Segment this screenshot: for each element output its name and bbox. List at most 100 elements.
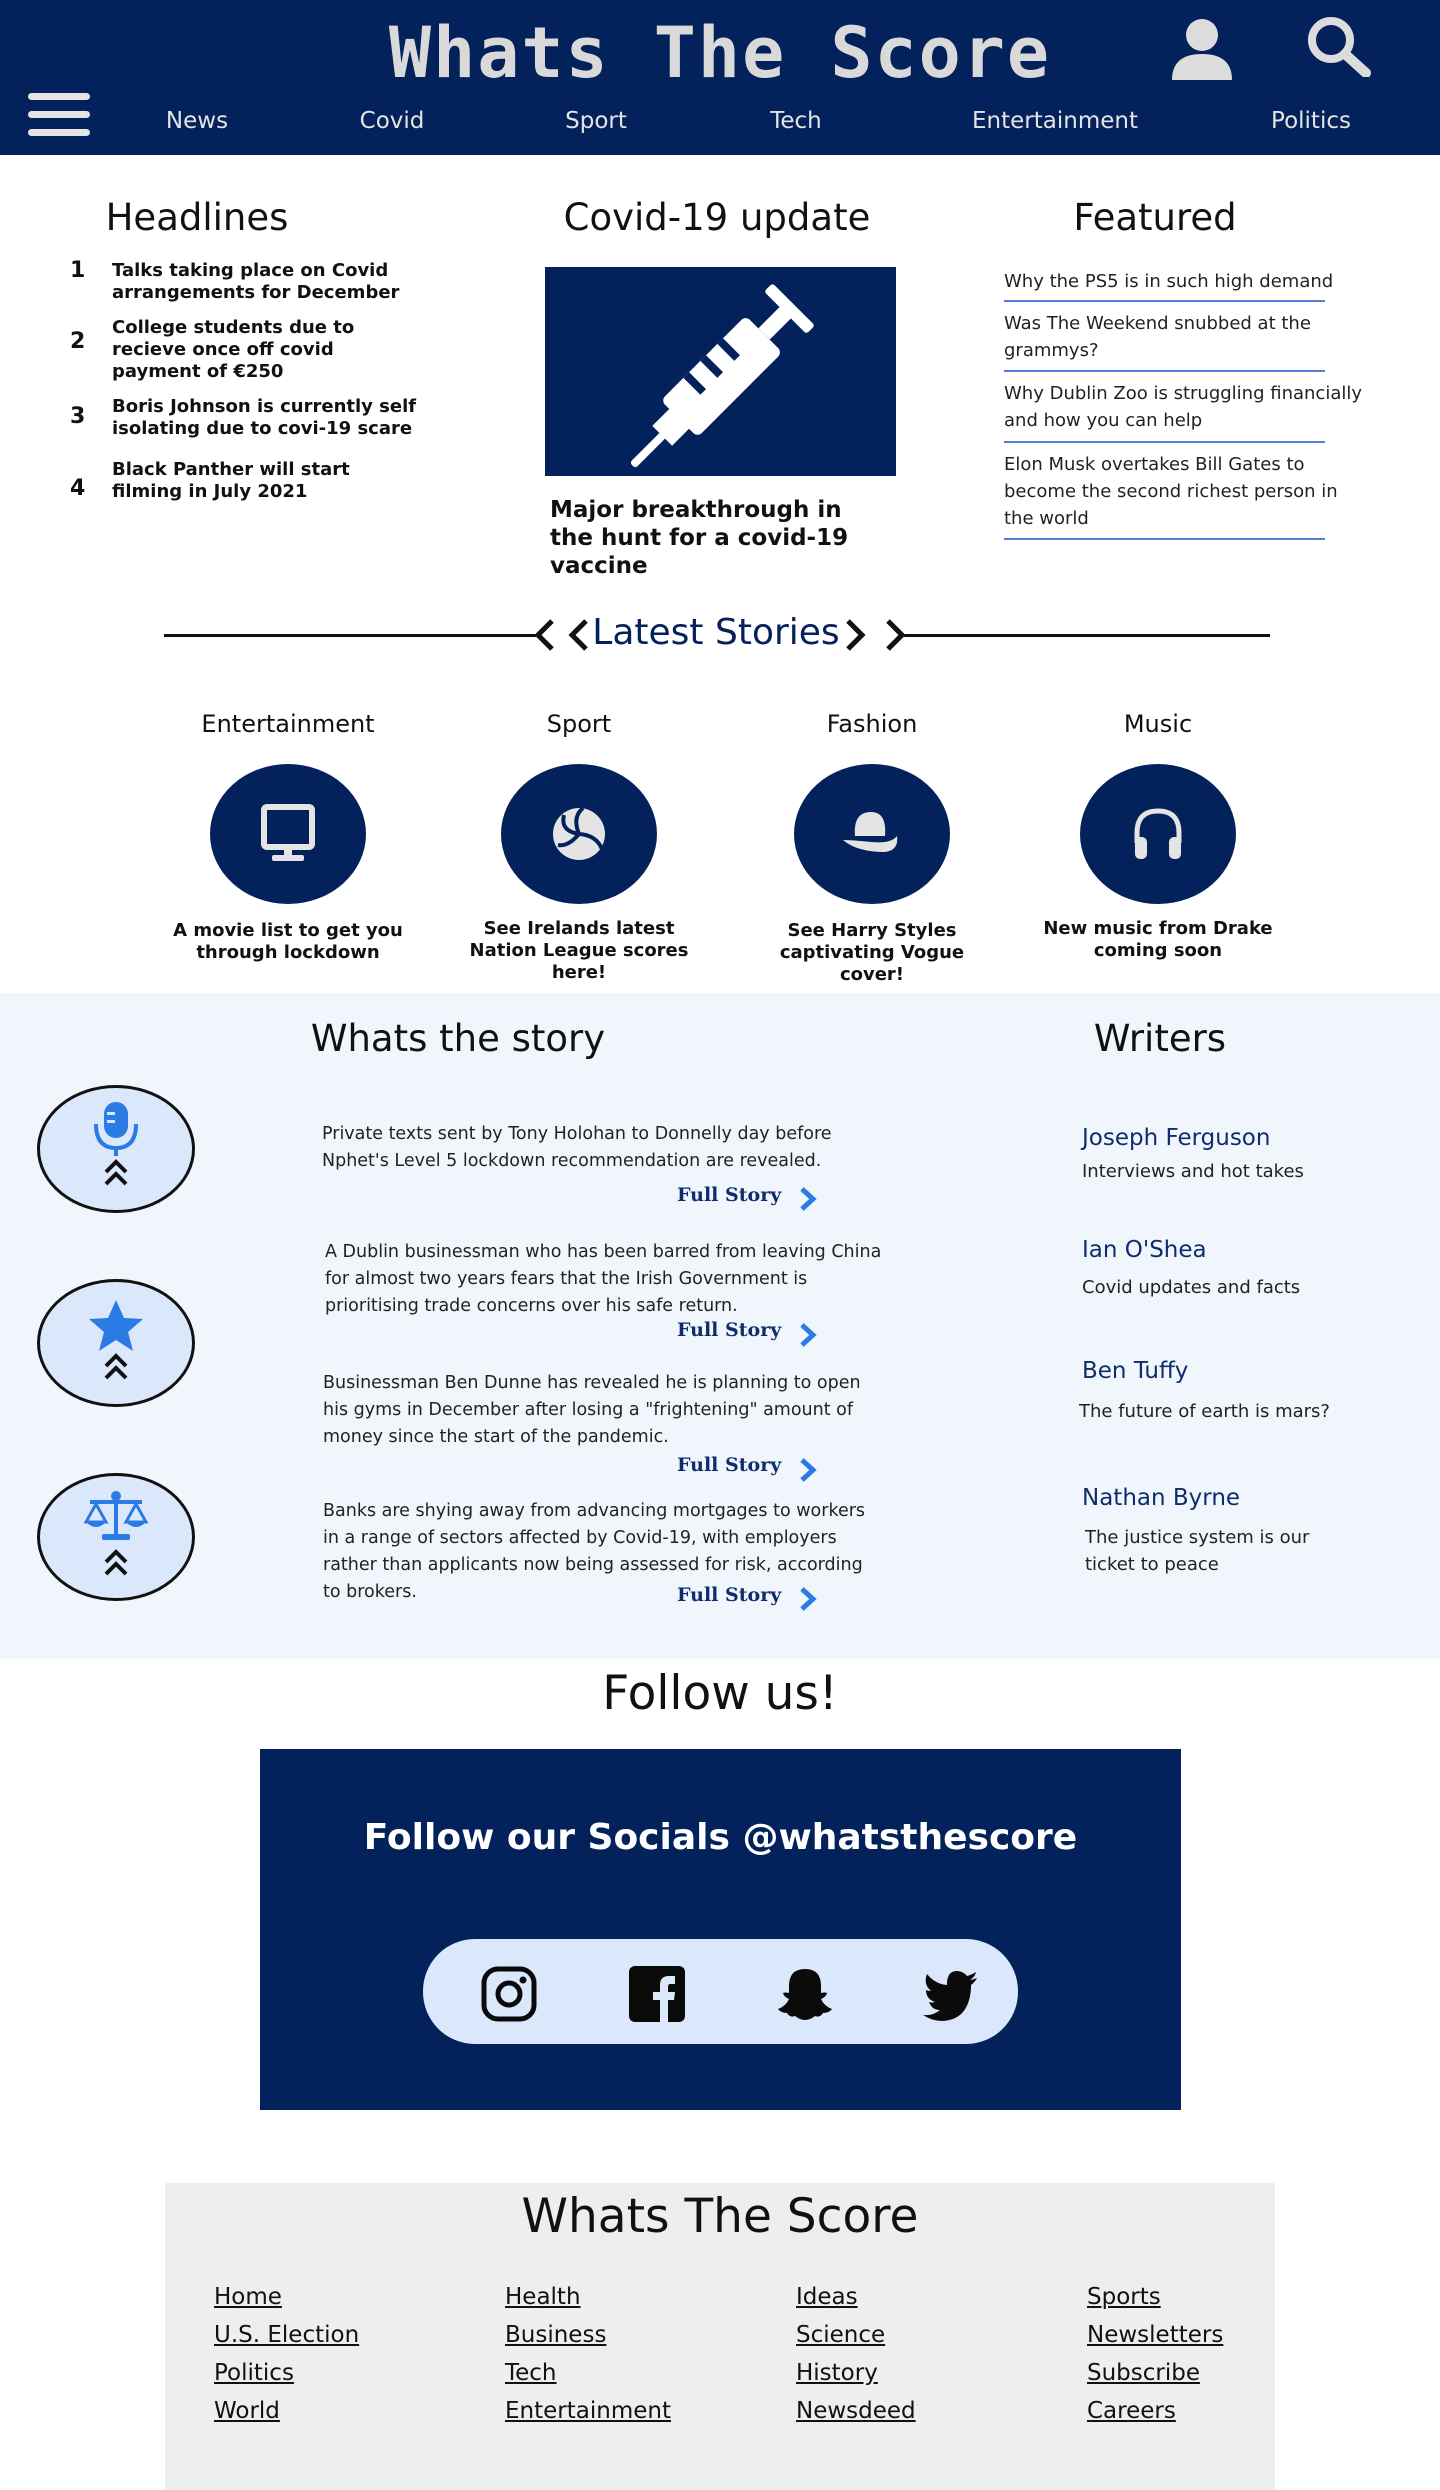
writer-name[interactable]: Ben Tuffy [1082,1358,1188,1384]
chevron-right-icon[interactable] [798,1586,818,1612]
category-title: Sport [546,710,612,738]
scales-icon [84,1491,148,1576]
story-badge[interactable] [37,1279,195,1407]
nav-covid[interactable]: Covid [360,108,425,134]
featured-title: Featured [1073,196,1237,239]
footer-link-science[interactable]: Science [796,2322,885,2348]
writer-name[interactable]: Joseph Ferguson [1082,1125,1270,1151]
footer-link-subscribe[interactable]: Subscribe [1087,2360,1200,2386]
category-fashion-button[interactable] [794,764,950,904]
writer-description: The justice system is our ticket to peac… [1085,1527,1310,1575]
story-badge[interactable] [37,1085,195,1213]
social-bar [423,1939,1018,2044]
featured-divider [1004,300,1325,302]
featured-divider [1004,538,1325,540]
chevron-left-icon[interactable] [564,617,592,653]
facebook-icon[interactable] [629,1966,685,2022]
footer-link-newsletters[interactable]: Newsletters [1087,2322,1223,2348]
user-icon[interactable] [1168,18,1236,80]
footer-link-history[interactable]: History [796,2360,878,2386]
headline-item[interactable]: College students due to recieve once off… [112,317,422,383]
footer-link-tech[interactable]: Tech [505,2360,557,2386]
star-icon [89,1300,143,1380]
category-caption[interactable]: New music from Drake coming soon [1033,918,1283,962]
featured-divider [1004,370,1325,372]
follow-text: Follow our Socials @whatsthescore [363,1817,1078,1858]
footer-link-newsdeed[interactable]: Newsdeed [796,2398,916,2424]
footer-link-ideas[interactable]: Ideas [796,2284,858,2310]
chevron-right-icon[interactable] [798,1186,818,1212]
footer-link-world[interactable]: World [214,2398,280,2424]
covid-update-title: Covid-19 update [563,196,871,239]
footer-link-us-election[interactable]: U.S. Election [214,2322,359,2348]
writer-name[interactable]: Ian O'Shea [1082,1237,1207,1263]
nav-entertainment[interactable]: Entertainment [972,108,1138,134]
microphone-icon [94,1102,138,1186]
category-caption[interactable]: A movie list to get you through lockdown [163,920,413,964]
footer-link-business[interactable]: Business [505,2322,606,2348]
chevron-right-icon[interactable] [798,1322,818,1348]
footer-link-health[interactable]: Health [505,2284,581,2310]
nav-news[interactable]: News [166,108,228,134]
category-caption[interactable]: See Harry Styles captivating Vogue cover… [747,920,997,986]
chevron-right-icon[interactable] [882,617,910,653]
instagram-icon[interactable] [481,1966,537,2022]
volleyball-icon [553,806,605,860]
headline-item[interactable]: Boris Johnson is currently self isolatin… [112,396,422,440]
story-text: A Dublin businessman who has been barred… [325,1242,882,1316]
category-sport-button[interactable] [501,764,657,904]
featured-divider [1004,441,1325,443]
headline-item[interactable]: Black Panther will start filming in July… [112,459,422,503]
featured-item[interactable]: Elon Musk overtakes Bill Gates to become… [1004,451,1354,532]
writer-name[interactable]: Nathan Byrne [1082,1485,1240,1511]
footer-link-careers[interactable]: Careers [1087,2398,1176,2424]
story-text: Businessman Ben Dunne has revealed he is… [323,1373,861,1447]
category-title: Fashion [826,710,918,738]
site-footer: Whats The Score Home U.S. Election Polit… [165,2183,1275,2490]
category-music-button[interactable] [1080,764,1236,904]
full-story-link[interactable]: Full Story [677,1184,781,1206]
full-story-link[interactable]: Full Story [677,1584,781,1606]
story-title: Whats the story [310,1017,606,1060]
search-icon[interactable] [1304,15,1372,77]
chevron-left-icon[interactable] [530,617,558,653]
hamburger-menu-icon[interactable] [28,93,90,137]
headline-number: 2 [70,329,86,354]
featured-item[interactable]: Why Dublin Zoo is struggling financially… [1004,380,1364,434]
footer-link-politics[interactable]: Politics [214,2360,294,2386]
site-header: Whats The Score News Covid Sport Tech En… [0,0,1440,155]
category-entertainment-button[interactable] [210,764,366,904]
headline-item[interactable]: Talks taking place on Covid arrangements… [112,260,422,304]
covid-caption[interactable]: Major breakthrough in the hunt for a cov… [550,496,890,580]
covid-image[interactable] [545,267,896,476]
twitter-icon[interactable] [923,1966,979,2022]
footer-title: Whats The Score [521,2189,919,2244]
hat-icon [843,812,898,852]
headline-number: 3 [70,404,86,429]
divider-line [164,634,536,637]
nav-sport[interactable]: Sport [565,108,627,134]
category-title: Entertainment [201,710,375,738]
snapchat-icon[interactable] [777,1966,833,2022]
follow-box: Follow our Socials @whatsthescore [260,1749,1181,2110]
category-caption[interactable]: See Irelands latest Nation League scores… [454,918,704,984]
writer-description: Covid updates and facts [1082,1277,1301,1298]
nav-politics[interactable]: Politics [1271,108,1351,134]
featured-item[interactable]: Was The Weekend snubbed at the grammys? [1004,310,1344,364]
nav-tech[interactable]: Tech [770,108,822,134]
story-text: Private texts sent by Tony Holohan to Do… [322,1124,832,1171]
featured-item[interactable]: Why the PS5 is in such high demand [1004,268,1364,295]
full-story-link[interactable]: Full Story [677,1319,781,1341]
divider-line [904,634,1270,637]
footer-link-sports[interactable]: Sports [1087,2284,1161,2310]
chevron-right-icon[interactable] [842,617,870,653]
writer-description: The future of earth is mars? [1079,1401,1330,1422]
footer-link-home[interactable]: Home [214,2284,282,2310]
chevron-right-icon[interactable] [798,1457,818,1483]
footer-link-entertainment[interactable]: Entertainment [505,2398,671,2424]
follow-title: Follow us! [602,1666,838,1721]
latest-stories-title: Latest Stories [592,612,840,653]
story-badge[interactable] [37,1473,195,1601]
full-story-link[interactable]: Full Story [677,1454,781,1476]
syringe-icon [630,284,814,468]
